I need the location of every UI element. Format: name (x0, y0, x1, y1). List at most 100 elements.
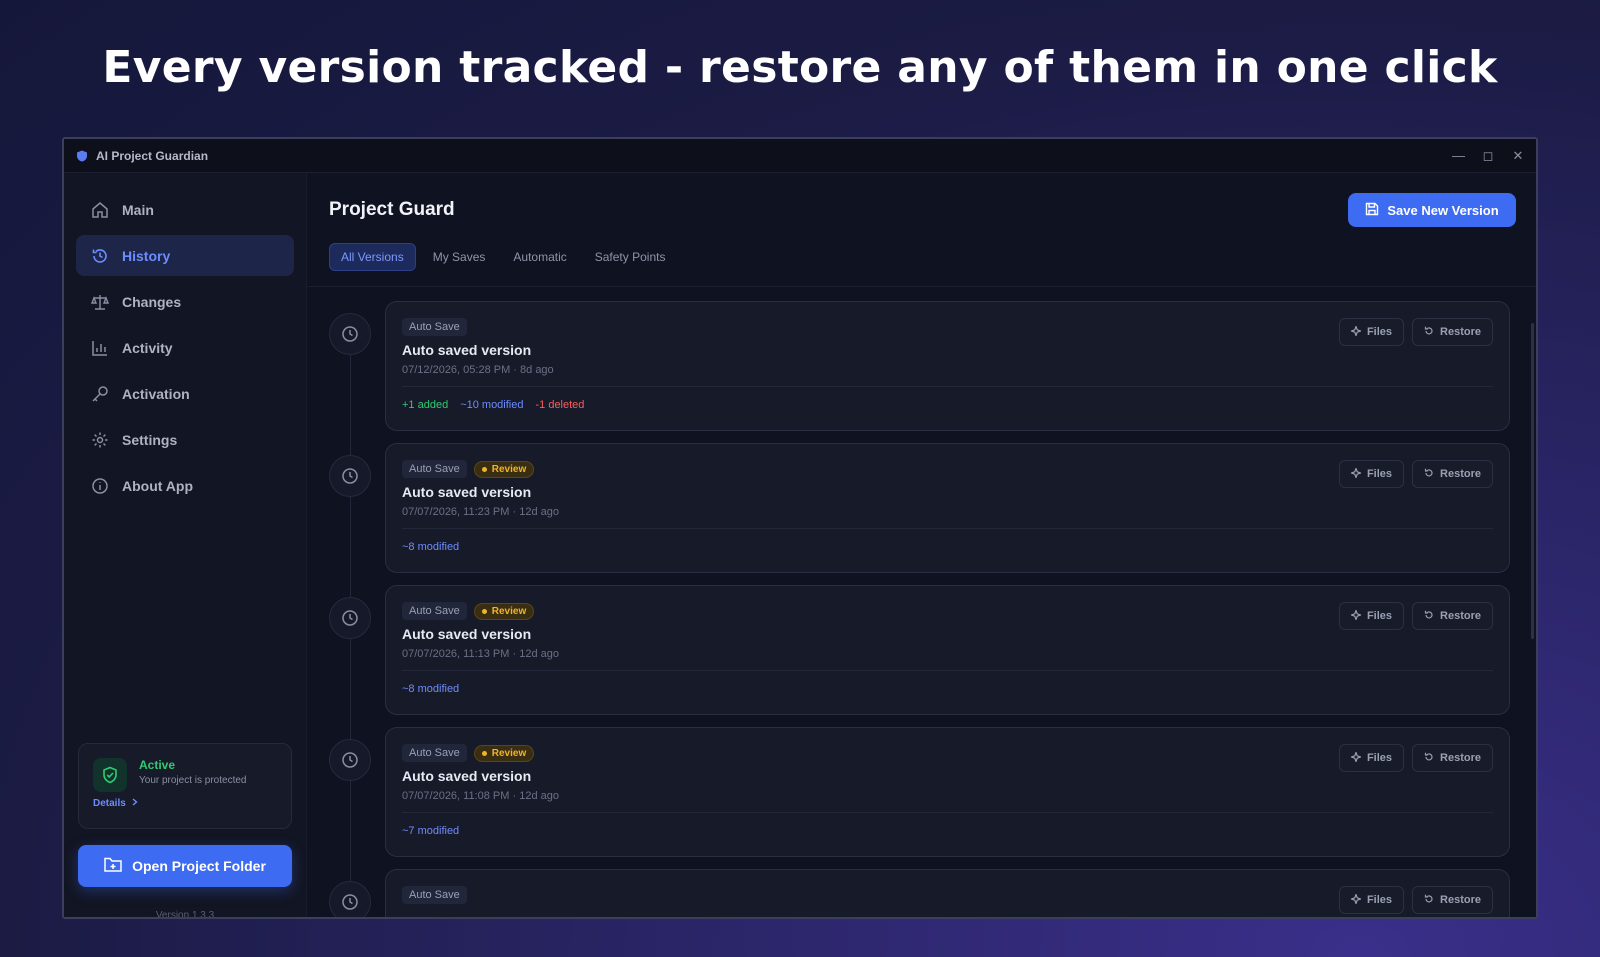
clock-icon (329, 455, 371, 497)
version-card[interactable]: Auto Save Review Auto saved version 07/07/2… (385, 585, 1510, 715)
review-badge: Review (473, 460, 535, 478)
clock-icon (329, 597, 371, 639)
status-details-link[interactable]: Details (93, 798, 277, 809)
shield-check-icon (93, 758, 127, 792)
version-entry: Auto Save Auto saved version 07/12/2026, 0… (329, 301, 1510, 431)
clock-icon (329, 739, 371, 781)
version-title: Auto saved version (402, 484, 532, 500)
tab-all-versions[interactable]: All Versions (329, 243, 416, 271)
restore-button[interactable]: Restore (1412, 318, 1493, 346)
close-icon[interactable]: ✕ (1512, 148, 1524, 164)
review-label: Review (491, 747, 527, 759)
clock-icon (329, 313, 371, 355)
page-title: Project Guard (329, 199, 455, 220)
maximize-icon[interactable]: ◻ (1482, 148, 1494, 164)
minimize-icon[interactable]: — (1452, 148, 1465, 163)
main-panel: Project Guard Save New Version All Versi… (307, 173, 1536, 917)
sidebar-item-label: Changes (122, 293, 182, 310)
sparkle-icon (1349, 750, 1363, 765)
restore-button[interactable]: Restore (1412, 602, 1493, 630)
auto-save-badge: Auto Save (402, 602, 467, 620)
sidebar-item-main[interactable]: Main (76, 189, 294, 230)
sidebar-item-label: Main (122, 201, 154, 218)
sidebar-item-activity[interactable]: Activity (76, 327, 294, 368)
version-filter-tabs: All Versions My Saves Automatic Safety P… (329, 243, 1516, 271)
protection-status-card: Active Your project is protected Details (78, 743, 292, 829)
sparkle-icon (1349, 892, 1363, 907)
status-subtitle: Your project is protected (139, 775, 247, 786)
modified-count: ~8 modified (402, 541, 460, 553)
review-badge: Review (473, 744, 535, 762)
status-details-label: Details (93, 798, 126, 809)
sidebar-item-label: Settings (122, 431, 178, 448)
files-button[interactable]: Files (1338, 602, 1405, 630)
version-card[interactable]: Auto Save Review Auto saved version 07/07/2… (385, 727, 1510, 857)
bar-chart-icon (90, 338, 110, 358)
save-icon (1365, 202, 1379, 219)
review-label: Review (491, 605, 527, 617)
version-entry: Auto Save Review Auto saved version 07/07/2… (329, 443, 1510, 573)
version-list: Auto Save Auto saved version 07/12/2026, 0… (329, 301, 1510, 917)
sidebar-item-label: Activation (122, 385, 190, 402)
shield-logo-icon (76, 150, 88, 162)
modified-count: ~7 modified (402, 825, 460, 837)
status-title: Active (139, 758, 176, 772)
version-title: Auto saved version (402, 768, 532, 784)
app-version: Version 1.3.3 (155, 910, 215, 919)
info-icon (90, 476, 110, 496)
auto-save-badge: Auto Save (402, 318, 467, 336)
review-label: Review (491, 463, 527, 475)
version-date: 07/07/2026, 11:23 PM · 12d ago (402, 506, 559, 518)
restore-button[interactable]: Restore (1412, 886, 1493, 914)
review-dot-icon (481, 750, 487, 756)
restore-button[interactable]: Restore (1412, 744, 1493, 772)
tab-my-saves[interactable]: My Saves (422, 243, 497, 271)
card-divider (402, 528, 1493, 529)
scrollbar[interactable] (1531, 323, 1534, 639)
auto-save-badge: Auto Save (402, 744, 467, 762)
files-label: Files (1366, 468, 1393, 480)
scale-icon (90, 292, 110, 312)
files-label: Files (1366, 610, 1393, 622)
version-date: 07/07/2026, 11:08 PM · 12d ago (402, 790, 559, 802)
modified-count: ~8 modified (402, 683, 460, 695)
version-entry: Auto Save Files Restore (329, 869, 1510, 917)
version-entry: Auto Save Review Auto saved version 07/07/2… (329, 585, 1510, 715)
version-card[interactable]: Auto Save Review Auto saved version 07/07/2… (385, 443, 1510, 573)
restore-button[interactable]: Restore (1412, 460, 1493, 488)
card-divider (402, 386, 1493, 387)
files-button[interactable]: Files (1338, 886, 1405, 914)
sparkle-icon (1349, 466, 1363, 481)
files-button[interactable]: Files (1338, 460, 1405, 488)
files-label: Files (1366, 326, 1393, 338)
tab-safety-points[interactable]: Safety Points (584, 243, 677, 271)
sidebar-item-settings[interactable]: Settings (76, 419, 294, 460)
sidebar: Main History Changes Activity Activation… (64, 173, 307, 917)
sidebar-item-changes[interactable]: Changes (76, 281, 294, 322)
restore-icon (1424, 752, 1434, 765)
gear-icon (90, 430, 110, 450)
sidebar-item-activation[interactable]: Activation (76, 373, 294, 414)
tab-automatic[interactable]: Automatic (502, 243, 577, 271)
version-card[interactable]: Auto Save Files Restore (385, 869, 1510, 917)
open-folder-label: Open Project Folder (132, 858, 266, 874)
save-new-version-button[interactable]: Save New Version (1348, 193, 1516, 227)
clock-icon (329, 881, 371, 917)
files-button[interactable]: Files (1338, 744, 1405, 772)
version-card[interactable]: Auto Save Auto saved version 07/12/2026, 0… (385, 301, 1510, 431)
restore-icon (1424, 468, 1434, 481)
open-project-folder-button[interactable]: Open Project Folder (78, 845, 292, 887)
restore-label: Restore (1440, 894, 1481, 906)
review-badge: Review (473, 602, 535, 620)
sidebar-item-about[interactable]: About App (76, 465, 294, 506)
version-title: Auto saved version (402, 342, 532, 358)
restore-icon (1424, 326, 1434, 339)
sidebar-item-history[interactable]: History (76, 235, 294, 276)
title-bar: AI Project Guardian — ◻ ✕ (64, 139, 1536, 173)
added-count: +1 added (402, 399, 449, 411)
folder-plus-icon (104, 857, 122, 876)
files-button[interactable]: Files (1338, 318, 1405, 346)
files-label: Files (1366, 752, 1393, 764)
auto-save-badge: Auto Save (402, 886, 467, 904)
sparkle-icon (1349, 608, 1363, 623)
